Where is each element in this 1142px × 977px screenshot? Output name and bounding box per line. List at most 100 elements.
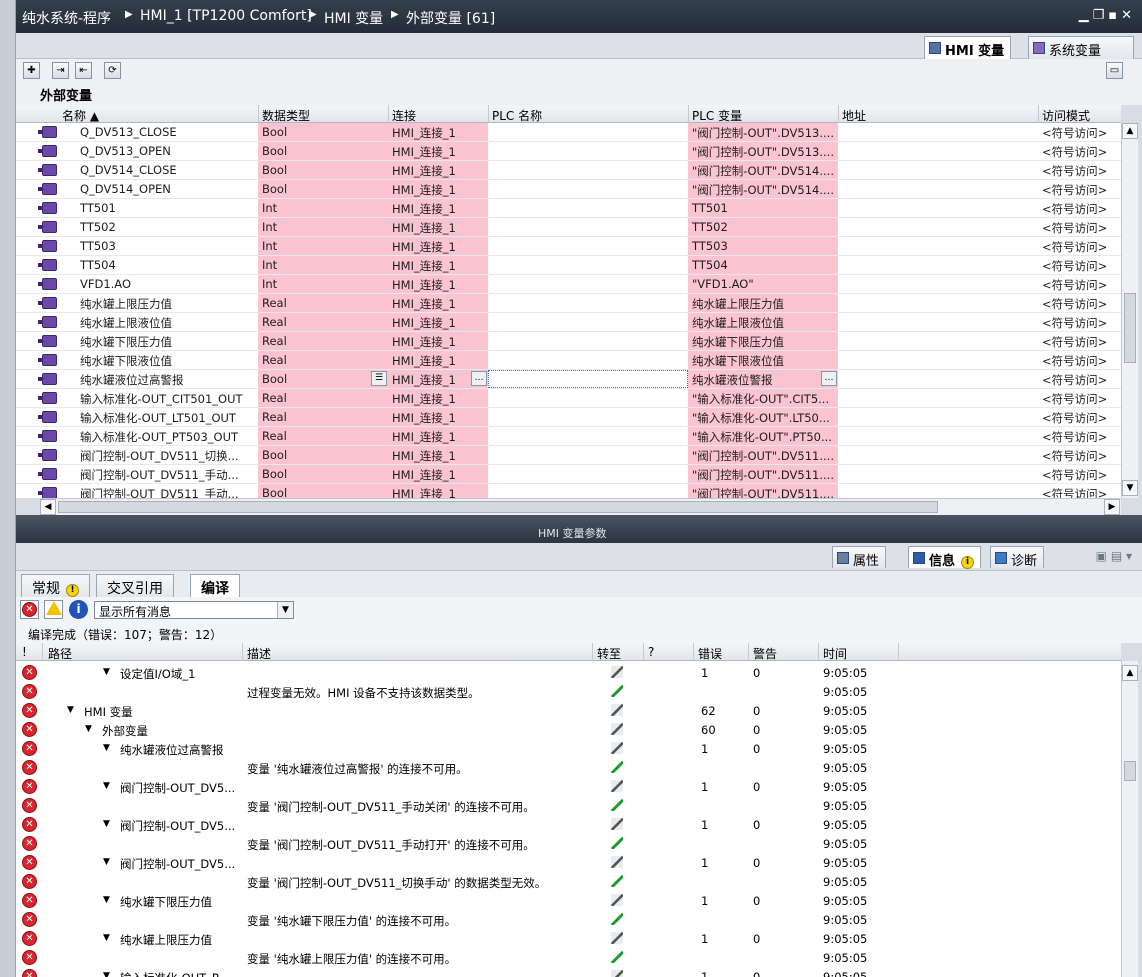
add-variable-icon[interactable]: ✚ <box>23 62 40 79</box>
cell-name[interactable]: 纯水罐上限压力值 <box>76 294 256 312</box>
cell-datatype[interactable]: Int <box>258 275 388 293</box>
cell-datatype[interactable]: Real <box>258 408 388 426</box>
goto-arrow-icon[interactable] <box>611 723 623 735</box>
cell-plc-name[interactable] <box>488 389 688 407</box>
cell-datatype[interactable]: Real <box>258 389 388 407</box>
cell-datatype[interactable]: Int <box>258 256 388 274</box>
table-row[interactable]: Q_DV514_CLOSE Bool HMI_连接_1 "阀门控制-OUT".DV51… <box>16 161 1121 180</box>
datatype-picker-icon[interactable]: ☰ <box>371 371 387 386</box>
cell-plc-name[interactable] <box>488 161 688 179</box>
cell-plc-tag[interactable]: 纯水罐液位警报 <box>688 370 838 388</box>
cell-datatype[interactable]: Int <box>258 237 388 255</box>
sync-icon[interactable]: ⟳ <box>104 62 121 79</box>
expand-arrow-icon[interactable]: ▼ <box>103 895 110 905</box>
cell-connection[interactable]: HMI_连接_1 <box>388 218 488 236</box>
cell-plc-name[interactable] <box>488 313 688 331</box>
message-row[interactable]: ✕ ▼ 外部变量 60 0 9:05:05 <box>16 720 1121 739</box>
close-icon[interactable]: ✕ <box>1121 8 1136 23</box>
col-connection[interactable]: 连接 <box>392 107 416 124</box>
table-row[interactable]: 输入标准化-OUT_CIT501_OUT Real HMI_连接_1 "输入标准化-O… <box>16 389 1121 408</box>
goto-arrow-icon[interactable] <box>611 818 623 830</box>
cell-name[interactable]: TT501 <box>76 199 256 217</box>
cell-plc-tag[interactable]: "阀门控制-OUT".DV513.... <box>688 123 838 141</box>
cell-address[interactable] <box>838 256 1038 274</box>
cell-datatype[interactable]: Real <box>258 351 388 369</box>
col-access-mode[interactable]: 访问模式 <box>1042 107 1090 124</box>
cell-plc-tag[interactable]: "输入标准化-OUT".LT50... <box>688 408 838 426</box>
cell-datatype[interactable]: Real <box>258 294 388 312</box>
goto-arrow-icon[interactable] <box>611 780 623 792</box>
table-row[interactable]: 阀门控制-OUT_DV511_手动... Bool HMI_连接_1 "阀门控制-OU… <box>16 484 1121 498</box>
tag-table-vscrollbar[interactable]: ▲ ▼ <box>1121 123 1138 498</box>
cell-address[interactable] <box>838 294 1038 312</box>
cell-plc-tag[interactable]: 纯水罐下限液位值 <box>688 351 838 369</box>
cell-address[interactable] <box>838 370 1038 388</box>
tag-table-hscrollbar[interactable]: ◀ ▶ <box>40 498 1121 515</box>
table-row[interactable]: 输入标准化-OUT_LT501_OUT Real HMI_连接_1 "输入标准化-OU… <box>16 408 1121 427</box>
cell-plc-name[interactable] <box>488 484 688 498</box>
cell-plc-tag[interactable]: "阀门控制-OUT".DV511.... <box>688 465 838 483</box>
col-time[interactable]: 时间 <box>823 645 847 662</box>
col-errors[interactable]: 错误 <box>698 645 722 662</box>
cell-plc-name[interactable] <box>488 123 688 141</box>
cell-plc-name[interactable] <box>488 142 688 160</box>
col-goto[interactable]: 转至 <box>597 645 621 662</box>
panel-splitter[interactable]: HMI 变量参数 <box>16 515 1142 543</box>
cell-access-mode[interactable]: <符号访问> <box>1038 142 1121 160</box>
goto-arrow-icon[interactable] <box>611 685 623 697</box>
goto-arrow-icon[interactable] <box>611 932 623 944</box>
cell-plc-name[interactable] <box>488 370 688 388</box>
table-row[interactable]: 纯水罐下限压力值 Real HMI_连接_1 纯水罐下限压力值 <符号访问> <box>16 332 1121 351</box>
message-row[interactable]: ✕ 变量 '纯水罐液位过高警报' 的连接不可用。 9:05:05 <box>16 758 1121 777</box>
expand-arrow-icon[interactable]: ▼ <box>103 743 110 753</box>
cell-connection[interactable]: HMI_连接_1 <box>388 142 488 160</box>
cell-connection[interactable]: HMI_连接_1 <box>388 427 488 445</box>
goto-arrow-icon[interactable] <box>611 875 623 887</box>
table-row[interactable]: Q_DV513_OPEN Bool HMI_连接_1 "阀门控制-OUT".DV513… <box>16 142 1121 161</box>
breadcrumb-project[interactable]: 纯水系统-程序 <box>22 8 111 28</box>
cell-plc-name[interactable] <box>488 446 688 464</box>
cell-address[interactable] <box>838 446 1038 464</box>
cell-connection[interactable]: HMI_连接_1 <box>388 351 488 369</box>
cell-datatype[interactable]: Real <box>258 313 388 331</box>
cell-name[interactable]: Q_DV514_CLOSE <box>76 161 256 179</box>
cell-plc-tag[interactable]: 纯水罐上限压力值 <box>688 294 838 312</box>
cell-name[interactable]: 阀门控制-OUT_DV511_手动... <box>76 484 256 498</box>
cell-access-mode[interactable]: <符号访问> <box>1038 389 1121 407</box>
cell-datatype[interactable]: Bool <box>258 142 388 160</box>
cell-access-mode[interactable]: <符号访问> <box>1038 351 1121 369</box>
message-row[interactable]: ✕ ▼ 设定值I/O域_1 1 0 9:05:05 <box>16 663 1121 682</box>
cell-plc-name[interactable] <box>488 351 688 369</box>
cell-access-mode[interactable]: <符号访问> <box>1038 237 1121 255</box>
cell-access-mode[interactable]: <符号访问> <box>1038 275 1121 293</box>
message-row[interactable]: ✕ 变量 '阀门控制-OUT_DV511_手动关闭' 的连接不可用。 9:05:05 <box>16 796 1121 815</box>
table-row[interactable]: 阀门控制-OUT_DV511_手动... Bool HMI_连接_1 "阀门控制-OU… <box>16 465 1121 484</box>
cell-name[interactable]: 阀门控制-OUT_DV511_手动... <box>76 465 256 483</box>
table-row[interactable]: Q_DV514_OPEN Bool HMI_连接_1 "阀门控制-OUT".DV514… <box>16 180 1121 199</box>
expand-arrow-icon[interactable]: ▼ <box>85 724 92 734</box>
message-row[interactable]: ✕ 变量 '阀门控制-OUT_DV511_手动打开' 的连接不可用。 9:05:05 <box>16 834 1121 853</box>
goto-arrow-icon[interactable] <box>611 951 623 963</box>
cell-plc-tag[interactable]: "输入标准化-OUT".PT50... <box>688 427 838 445</box>
cell-access-mode[interactable]: <符号访问> <box>1038 465 1121 483</box>
table-row[interactable]: TT501 Int HMI_连接_1 TT501 <符号访问> <box>16 199 1121 218</box>
goto-arrow-icon[interactable] <box>611 799 623 811</box>
col-description[interactable]: 描述 <box>247 645 271 662</box>
cell-datatype[interactable]: Int <box>258 218 388 236</box>
table-row[interactable]: 阀门控制-OUT_DV511_切换... Bool HMI_连接_1 "阀门控制-OU… <box>16 446 1121 465</box>
scroll-thumb[interactable] <box>1124 761 1136 781</box>
cell-plc-name[interactable] <box>488 408 688 426</box>
expand-arrow-icon[interactable]: ▼ <box>103 857 110 867</box>
cell-access-mode[interactable]: <符号访问> <box>1038 294 1121 312</box>
cell-name[interactable]: 输入标准化-OUT_CIT501_OUT <box>76 389 256 407</box>
cell-access-mode[interactable]: <符号访问> <box>1038 446 1121 464</box>
cell-name[interactable]: Q_DV513_OPEN <box>76 142 256 160</box>
cell-datatype[interactable]: Bool <box>258 446 388 464</box>
scroll-thumb[interactable] <box>58 501 938 513</box>
table-row[interactable]: 纯水罐液位过高警报 Bool HMI_连接_1 纯水罐液位警报 <符号访问> ☰…… <box>16 370 1121 389</box>
cell-name[interactable]: TT504 <box>76 256 256 274</box>
table-row[interactable]: TT502 Int HMI_连接_1 TT502 <符号访问> <box>16 218 1121 237</box>
cell-access-mode[interactable]: <符号访问> <box>1038 161 1121 179</box>
float-icon[interactable]: ▪ <box>1108 8 1121 23</box>
table-row[interactable]: Q_DV513_CLOSE Bool HMI_连接_1 "阀门控制-OUT".DV51… <box>16 123 1121 142</box>
